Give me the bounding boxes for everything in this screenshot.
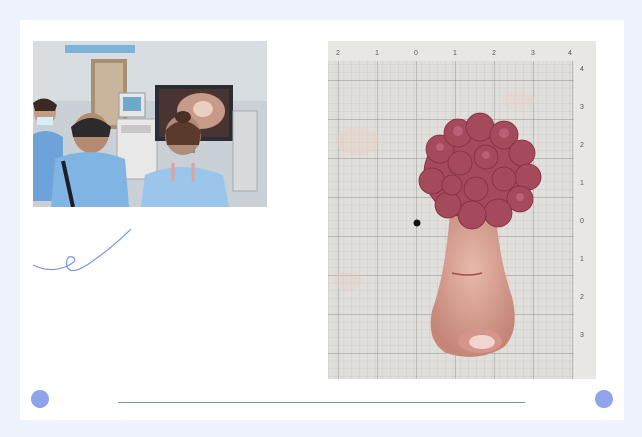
ruler-top-tick: 1 bbox=[453, 50, 457, 57]
ruler-side-tick: 0 bbox=[580, 218, 584, 225]
ruler-side-tick: 2 bbox=[580, 294, 584, 301]
ruler-side-tick: 1 bbox=[580, 256, 584, 263]
ruler-top-tick: 2 bbox=[336, 50, 340, 57]
decorative-dot-right bbox=[595, 390, 613, 408]
ruler-top-tick: 0 bbox=[414, 50, 418, 57]
ruler-side-tick: 2 bbox=[580, 142, 584, 149]
ruler-top-tick: 3 bbox=[531, 50, 535, 57]
ruler-side-tick: 1 bbox=[580, 180, 584, 187]
specimen-photo: 2 1 0 1 2 3 4 4 3 2 1 0 1 2 3 bbox=[328, 41, 596, 379]
ruler-top-tick: 1 bbox=[375, 50, 379, 57]
ruler-top-tick: 2 bbox=[492, 50, 496, 57]
divider-line bbox=[118, 402, 525, 403]
operating-room-photo bbox=[33, 41, 267, 207]
ruler-side-tick: 3 bbox=[580, 332, 584, 339]
decorative-dot-left bbox=[31, 390, 49, 408]
ruler-side-tick: 3 bbox=[580, 104, 584, 111]
ruler-side-tick: 4 bbox=[580, 66, 584, 73]
ruler-top-tick: 4 bbox=[568, 50, 572, 57]
squiggle-decoration bbox=[32, 228, 132, 272]
